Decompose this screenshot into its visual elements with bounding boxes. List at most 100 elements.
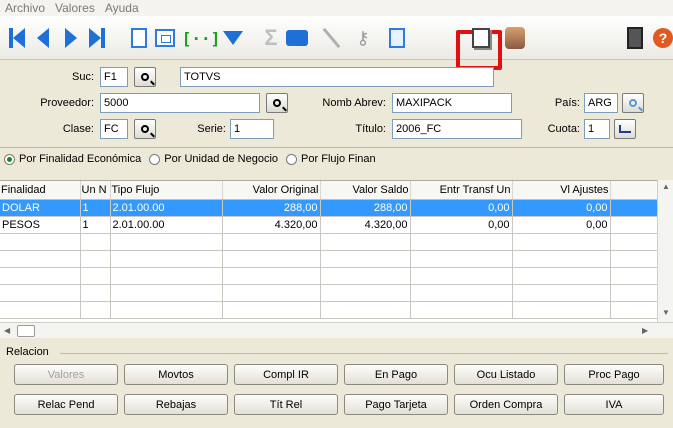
- menu-archivo[interactable]: Archivo: [0, 1, 50, 15]
- titulo-field[interactable]: 2006_FC: [392, 119, 522, 139]
- table-row-empty[interactable]: [0, 301, 658, 319]
- ocu-listado-button[interactable]: Ocu Listado: [454, 364, 558, 385]
- clase-search-button[interactable]: [134, 119, 156, 139]
- radio-flujo-finan[interactable]: Por Flujo Finan: [286, 153, 376, 165]
- person-icon[interactable]: [502, 24, 528, 52]
- cell-valor-original[interactable]: 4.320,00: [222, 216, 321, 234]
- radio-unidad-negocio[interactable]: Por Unidad de Negocio: [149, 153, 278, 165]
- grouping-radio-group: Por Finalidad Económica Por Unidad de Ne…: [4, 153, 376, 165]
- proveedor-label: Proveedor:: [40, 97, 94, 109]
- grid-header-row: Finalidad Un N Tipo Flujo Valor Original…: [0, 181, 658, 200]
- column-header-un-n[interactable]: Un N: [80, 181, 111, 200]
- cell-un-n[interactable]: 1: [80, 199, 111, 217]
- column-header-empty: [610, 181, 658, 200]
- rebajas-button[interactable]: Rebajas: [124, 394, 228, 415]
- vertical-scrollbar[interactable]: ▲ ▼: [657, 180, 673, 322]
- table-row-empty[interactable]: [0, 250, 658, 268]
- serie-field[interactable]: 1: [230, 119, 274, 139]
- radio-dot[interactable]: [286, 153, 298, 165]
- suc-name-field[interactable]: TOTVS: [180, 67, 494, 87]
- nomb-abrev-label: Nomb Abrev:: [322, 97, 386, 109]
- table-row-empty[interactable]: [0, 233, 658, 251]
- column-header-finalidad[interactable]: Finalidad: [0, 181, 81, 200]
- divider: [0, 147, 673, 148]
- column-header-valor-original[interactable]: Valor Original: [222, 181, 321, 200]
- cell-valor-saldo[interactable]: 288,00: [320, 199, 411, 217]
- cell-valor-original[interactable]: 288,00: [222, 199, 321, 217]
- cell-entr-transf-un[interactable]: 0,00: [410, 199, 513, 217]
- search-document-icon[interactable]: [384, 24, 410, 52]
- cell-finalidad[interactable]: PESOS: [0, 216, 81, 234]
- search-icon: [141, 125, 149, 133]
- filter-icon[interactable]: [220, 24, 246, 52]
- first-record-icon[interactable]: [4, 24, 30, 52]
- book-icon[interactable]: [468, 24, 494, 52]
- suc-search-button[interactable]: [134, 67, 156, 87]
- suc-field[interactable]: F1: [100, 67, 128, 87]
- last-record-icon[interactable]: [84, 24, 110, 52]
- clase-field[interactable]: FC: [100, 119, 128, 139]
- column-header-entr-transf-un[interactable]: Entr Transf Un: [410, 181, 513, 200]
- radio-finalidad-economica[interactable]: Por Finalidad Económica: [4, 153, 141, 165]
- next-record-icon[interactable]: [58, 24, 84, 52]
- relac-pend-button[interactable]: Relac Pend: [14, 394, 118, 415]
- table-row-empty[interactable]: [0, 267, 658, 285]
- column-header-vl-ajustes[interactable]: Vl Ajustes: [512, 181, 611, 200]
- scroll-thumb[interactable]: [17, 325, 35, 337]
- movtos-button[interactable]: Movtos: [124, 364, 228, 385]
- pais-search-button[interactable]: [622, 93, 644, 113]
- table-row-empty[interactable]: [0, 284, 658, 302]
- column-header-tipo-flujo[interactable]: Tipo Flujo: [110, 181, 223, 200]
- data-grid: Finalidad Un N Tipo Flujo Valor Original…: [0, 180, 658, 322]
- radio-dot[interactable]: [149, 153, 161, 165]
- proc-pago-button[interactable]: Proc Pago: [564, 364, 664, 385]
- cell-finalidad[interactable]: DOLAR: [0, 199, 81, 217]
- pago-tarjeta-button[interactable]: Pago Tarjeta: [344, 394, 448, 415]
- cell-tipo-flujo[interactable]: 2.01.00.00: [110, 199, 223, 217]
- key-icon[interactable]: ⚷: [350, 24, 376, 52]
- proveedor-search-button[interactable]: [266, 93, 288, 113]
- table-row[interactable]: DOLAR 1 2.01.00.00 288,00 288,00 0,00 0,…: [0, 199, 658, 217]
- cell-valor-saldo[interactable]: 4.320,00: [320, 216, 411, 234]
- scroll-right-icon[interactable]: ▶: [642, 326, 648, 335]
- scroll-down-icon[interactable]: ▼: [662, 308, 670, 317]
- enter-icon: [619, 125, 631, 133]
- iva-button[interactable]: IVA: [564, 394, 664, 415]
- cell-un-n[interactable]: 1: [80, 216, 111, 234]
- cell-vl-ajustes[interactable]: 0,00: [512, 216, 611, 234]
- cell-entr-transf-un[interactable]: 0,00: [410, 216, 513, 234]
- toolbar: [··] Σ ⚷ ?: [0, 16, 673, 70]
- scroll-up-icon[interactable]: ▲: [662, 182, 670, 191]
- cuota-enter-button[interactable]: [614, 119, 636, 139]
- line-icon[interactable]: [318, 24, 344, 52]
- menu-ayuda[interactable]: Ayuda: [100, 1, 144, 15]
- table-row[interactable]: PESOS 1 2.01.00.00 4.320,00 4.320,00 0,0…: [0, 216, 658, 234]
- cell-tipo-flujo[interactable]: 2.01.00.00: [110, 216, 223, 234]
- pais-field[interactable]: ARG: [584, 93, 618, 113]
- search-icon: [141, 73, 149, 81]
- sum-icon[interactable]: Σ: [258, 24, 284, 52]
- en-pago-button[interactable]: En Pago: [344, 364, 448, 385]
- valores-button[interactable]: Valores: [14, 364, 118, 385]
- scroll-left-icon[interactable]: ◀: [4, 326, 10, 335]
- nomb-abrev-field[interactable]: MAXIPACK: [392, 93, 512, 113]
- exit-icon[interactable]: [622, 24, 648, 52]
- brackets-icon[interactable]: [··]: [182, 24, 221, 52]
- column-header-valor-saldo[interactable]: Valor Saldo: [320, 181, 411, 200]
- tit-rel-button[interactable]: Tít Rel: [234, 394, 338, 415]
- cell-empty[interactable]: [610, 216, 658, 234]
- horizontal-scrollbar[interactable]: ◀ ▶: [0, 322, 673, 338]
- orden-compra-button[interactable]: Orden Compra: [454, 394, 558, 415]
- menu-valores[interactable]: Valores: [50, 1, 100, 15]
- preview-icon[interactable]: [152, 24, 178, 52]
- print-icon[interactable]: [284, 24, 310, 52]
- radio-dot[interactable]: [4, 153, 15, 165]
- help-icon[interactable]: ?: [650, 24, 673, 52]
- cuota-field[interactable]: 1: [584, 119, 610, 139]
- proveedor-field[interactable]: 5000: [100, 93, 260, 113]
- previous-record-icon[interactable]: [30, 24, 56, 52]
- compl-ir-button[interactable]: Compl IR: [234, 364, 338, 385]
- cell-empty[interactable]: [610, 199, 658, 217]
- new-document-icon[interactable]: [126, 24, 152, 52]
- cell-vl-ajustes[interactable]: 0,00: [512, 199, 611, 217]
